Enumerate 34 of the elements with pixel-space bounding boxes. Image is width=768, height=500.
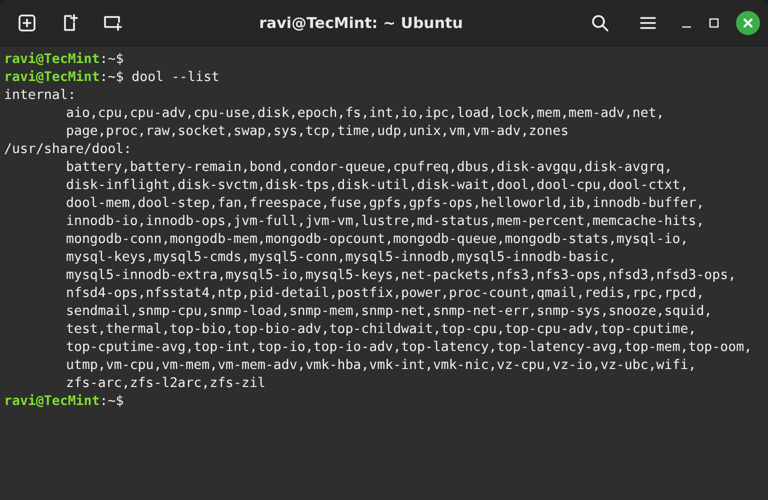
window-title: ravi@TecMint: ~ Ubuntu xyxy=(258,14,464,32)
file-plus-icon xyxy=(62,14,78,32)
output-text: sendmail,snmp-cpu,snmp-load,snmp-mem,snmp-net,snmp-net-err,snmp-sys,snooze,squid, xyxy=(66,303,712,321)
prompt-user: ravi@TecMint xyxy=(4,69,100,87)
output-text: mysql5-innodb-extra,mysql5-io,mysql5-keys,net-packets,nfs3,nfs3-ops,nfsd3,nfsd3-ops, xyxy=(66,267,736,285)
output-text: dool-mem,dool-step,fan,freespace,fuse,gpfs,gpfs-ops,helloworld,ib,innodb-buffer, xyxy=(66,195,704,213)
output-text: battery,battery-remain,bond,condor-queue,cpufreq,dbus,disk-avgqu,disk-avgrq, xyxy=(66,159,672,177)
minimize-icon xyxy=(682,26,690,28)
output-text: /usr/share/dool: xyxy=(4,141,132,159)
prompt-user: ravi@TecMint xyxy=(4,393,100,411)
output-text: innodb-io,innodb-ops,jvm-full,jvm-vm,lustre,md-status,mem-percent,memcache-hits, xyxy=(66,213,704,231)
prompt-path: :~$ xyxy=(100,393,124,411)
close-icon xyxy=(743,18,753,28)
close-button[interactable] xyxy=(736,10,760,34)
prompt-user: ravi@TecMint xyxy=(4,51,100,69)
prompt-path: :~$ xyxy=(100,51,124,69)
plus-square-icon xyxy=(18,14,36,32)
output-text: utmp,vm-cpu,vm-mem,vm-mem-adv,vmk-hba,vmk-int,vmk-nic,vz-cpu,vz-io,vz-ubc,wifi, xyxy=(66,357,696,375)
output-text: page,proc,raw,socket,swap,sys,tcp,time,udp,unix,vm,vm-adv,zones xyxy=(66,123,569,141)
output-text: nfsd4-ops,nfsstat4,ntp,pid-detail,postfix,power,proc-count,qmail,redis,rpc,rpcd, xyxy=(66,285,704,303)
output-text: mongodb-conn,mongodb-mem,mongodb-opcount,mongodb-queue,mongodb-stats,mysql-io, xyxy=(66,231,688,249)
output-text: top-cputime-avg,top-int,top-io,top-io-adv,top-latency,top-latency-avg,top-mem,top-oom, xyxy=(66,339,752,357)
output-text: disk-inflight,disk-svctm,disk-tps,disk-util,disk-wait,dool,dool-cpu,dool-ctxt, xyxy=(66,177,688,195)
maximize-icon xyxy=(709,18,719,28)
search-icon xyxy=(591,14,609,32)
command-text: dool --list xyxy=(130,69,220,87)
prompt-path: :~$ xyxy=(100,69,124,87)
output-text: test,thermal,top-bio,top-bio-adv,top-childwait,top-cpu,top-cpu-adv,top-cputime, xyxy=(66,321,696,339)
output-text: internal: xyxy=(4,87,76,105)
window-plus-icon xyxy=(103,14,123,30)
output-text: mysql-keys,mysql5-cmds,mysql5-conn,mysql5-innodb,mysql5-innodb-basic, xyxy=(66,249,616,267)
output-text: aio,cpu,cpu-adv,cpu-use,disk,epoch,fs,int,io,ipc,load,lock,mem,mem-adv,net, xyxy=(66,105,664,123)
menu-icon xyxy=(640,16,656,30)
output-text: zfs-arc,zfs-l2arc,zfs-zil xyxy=(66,375,266,393)
